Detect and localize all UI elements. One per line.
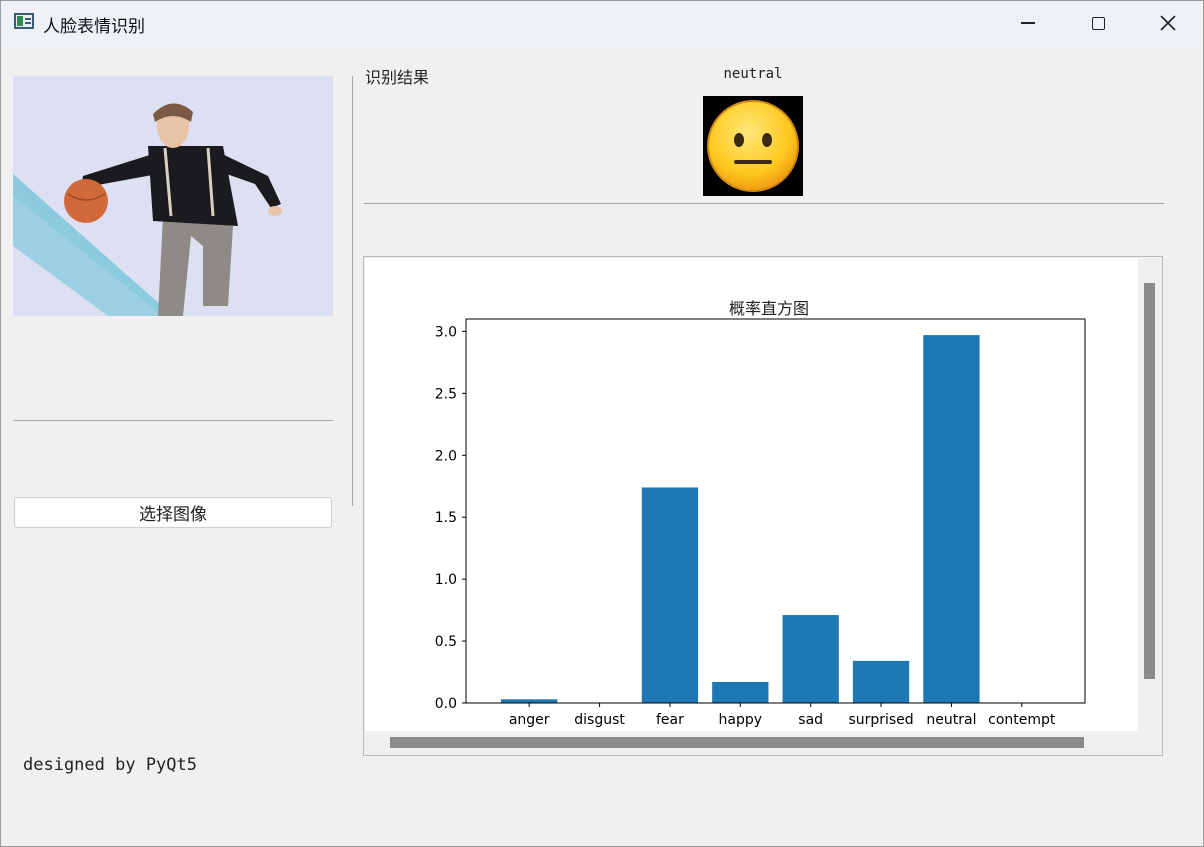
x-tick-label: surprised <box>848 712 913 728</box>
x-tick-label: fear <box>656 712 684 728</box>
panel-divider <box>352 76 353 506</box>
plot-frame <box>465 318 1086 704</box>
app-icon <box>14 13 34 29</box>
chart-title: 概率直方图 <box>729 299 809 318</box>
x-tick-label: neutral <box>926 712 976 728</box>
select-image-button[interactable]: 选择图像 <box>14 497 332 528</box>
y-tick-label: 1.0 <box>435 572 457 588</box>
close-button[interactable] <box>1133 1 1203 45</box>
vertical-scrollbar[interactable] <box>1144 283 1155 679</box>
bar-neutral <box>923 335 980 703</box>
bar-fear <box>641 487 699 703</box>
maximize-icon <box>1091 16 1105 30</box>
input-image-picture <box>13 76 333 316</box>
x-tick-label: disgust <box>574 712 625 728</box>
minimize-button[interactable] <box>993 1 1063 45</box>
y-tick-label: 0.0 <box>435 696 457 712</box>
x-tick-label: happy <box>719 712 763 728</box>
probability-histogram: 概率直方图 0.0 0.5 1.0 1.5 2.0 2.5 3.0 anger disgust… <box>435 299 1086 728</box>
minimize-icon <box>1021 22 1035 24</box>
bar-anger <box>501 699 558 703</box>
y-tick-label: 2.5 <box>435 386 457 402</box>
horizontal-scrollbar[interactable] <box>390 737 1084 748</box>
bar-happy <box>712 681 769 703</box>
left-divider <box>13 420 333 421</box>
title-bar: 人脸表情识别 <box>1 1 1203 45</box>
result-divider <box>364 203 1164 204</box>
bar-surprised <box>852 660 910 703</box>
maximize-button[interactable] <box>1063 1 1133 45</box>
input-image <box>13 76 333 316</box>
x-tick-label: contempt <box>988 712 1056 728</box>
close-icon <box>1160 15 1176 31</box>
neutral-face-emoji-icon <box>707 100 799 192</box>
result-label: 识别结果 <box>365 68 430 87</box>
y-tick-label: 2.0 <box>435 448 457 464</box>
chart-scroll-area[interactable]: 概率直方图 0.0 0.5 1.0 1.5 2.0 2.5 3.0 anger disgust… <box>363 256 1163 756</box>
y-tick-label: 3.0 <box>435 324 457 340</box>
bar-sad <box>782 615 839 703</box>
window-title: 人脸表情识别 <box>43 17 145 37</box>
y-tick-label: 1.5 <box>435 510 457 526</box>
emotion-name: neutral <box>723 66 783 82</box>
main-window: 人脸表情识别 选择图像 designed by PyQt5 识别结果 neutr… <box>0 0 1204 847</box>
footer-credit: designed by PyQt5 <box>23 755 197 775</box>
x-tick-label: anger <box>509 712 550 728</box>
y-tick-label: 0.5 <box>435 634 457 650</box>
emoji-image <box>703 96 803 196</box>
chart-canvas: 概率直方图 0.0 0.5 1.0 1.5 2.0 2.5 3.0 anger disgust… <box>365 258 1138 731</box>
x-tick-label: sad <box>798 712 823 728</box>
